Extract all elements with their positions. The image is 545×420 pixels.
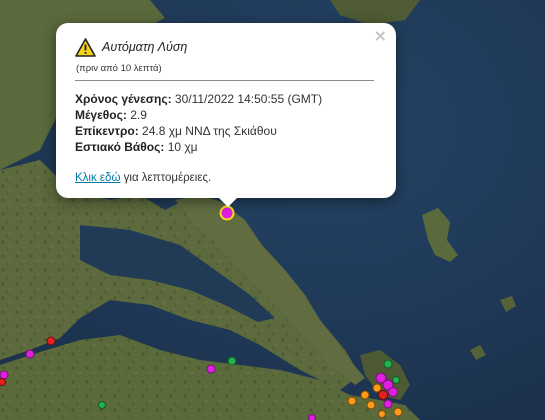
epicenter-label: Επίκεντρο:: [75, 124, 139, 138]
event-popup: × Αυτόματη Λύση (πριν από 10 λεπτά) Χρόν…: [56, 23, 396, 198]
event-marker[interactable]: [383, 359, 393, 369]
event-marker[interactable]: [0, 378, 6, 386]
event-marker[interactable]: [46, 336, 56, 346]
close-button[interactable]: ×: [374, 28, 387, 44]
origin-time-value: 30/11/2022 14:50:55 (GMT): [174, 92, 323, 106]
details-suffix: για λεπτομέρειες.: [123, 172, 212, 184]
selected-event-marker[interactable]: [219, 205, 235, 221]
event-marker[interactable]: [383, 399, 393, 409]
event-marker[interactable]: [25, 349, 35, 359]
event-marker[interactable]: [393, 407, 403, 417]
depth-value: 10 χμ: [167, 140, 198, 154]
details-row: Κλικ εδώ για λεπτομέρειες.: [75, 172, 376, 184]
event-marker[interactable]: [366, 400, 376, 410]
event-marker[interactable]: [227, 356, 237, 366]
event-marker[interactable]: [0, 370, 9, 380]
popup-subtitle: (πριν από 10 λεπτά): [76, 63, 162, 74]
origin-time-row: Χρόνος γένεσης: 30/11/2022 14:50:55 (GMT…: [75, 91, 376, 107]
popup-header: Αυτόματη Λύση: [75, 37, 376, 57]
magnitude-value: 2.9: [130, 108, 147, 122]
origin-time-label: Χρόνος γένεσης:: [75, 92, 172, 106]
divider: [75, 80, 374, 81]
depth-row: Εστιακό Βάθος: 10 χμ: [75, 139, 376, 155]
magnitude-label: Μέγεθος:: [75, 108, 127, 122]
warning-icon: [75, 37, 96, 57]
event-marker[interactable]: [392, 376, 400, 384]
event-marker[interactable]: [372, 383, 382, 393]
depth-label: Εστιακό Βάθος:: [75, 140, 165, 154]
event-marker[interactable]: [347, 396, 357, 406]
epicenter-row: Επίκεντρο: 24.8 χμ ΝΝΔ της Σκιάθου: [75, 123, 376, 139]
popup-pointer: [218, 197, 238, 207]
event-marker[interactable]: [388, 387, 398, 397]
event-marker[interactable]: [206, 364, 216, 374]
event-marker[interactable]: [308, 414, 316, 420]
event-marker[interactable]: [360, 390, 370, 400]
event-marker[interactable]: [98, 401, 106, 409]
event-marker[interactable]: [378, 410, 386, 418]
popup-title: Αυτόματη Λύση: [102, 40, 188, 54]
magnitude-row: Μέγεθος: 2.9: [75, 107, 376, 123]
details-link[interactable]: Κλικ εδώ: [75, 172, 120, 184]
event-marker[interactable]: [378, 390, 388, 400]
epicenter-value: 24.8 χμ ΝΝΔ της Σκιάθου: [142, 124, 277, 138]
